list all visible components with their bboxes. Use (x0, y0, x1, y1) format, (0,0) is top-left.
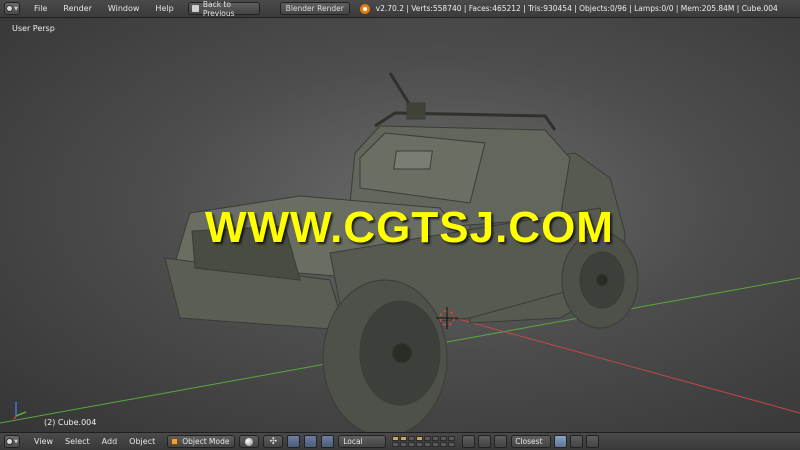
layer-button[interactable] (448, 435, 456, 441)
layer-button[interactable] (416, 441, 424, 447)
editor-type-button-3d[interactable]: ▼ (4, 435, 20, 448)
layer-button[interactable] (408, 441, 416, 447)
manipulator-toggle-icon[interactable] (287, 435, 301, 448)
menu-file[interactable]: File (26, 4, 55, 13)
lock-layers-icon[interactable] (462, 435, 476, 448)
snap-toggle-icon[interactable] (478, 435, 492, 448)
menu-view[interactable]: View (28, 437, 59, 446)
pivot-point-select[interactable]: ✣ (263, 435, 284, 448)
translate-manipulator-icon[interactable] (304, 435, 318, 448)
layer-button[interactable] (408, 435, 416, 441)
info-header: ▼ File Render Window Help Back to Previo… (0, 0, 800, 18)
layer-button[interactable] (440, 435, 448, 441)
layer-button[interactable] (424, 441, 432, 447)
layer-button[interactable] (400, 435, 408, 441)
layer-button[interactable] (432, 435, 440, 441)
mode-label: Object Mode (182, 437, 230, 446)
layer-button[interactable] (440, 441, 448, 447)
view-label: User Persp (12, 24, 55, 33)
layer-button[interactable] (400, 441, 408, 447)
active-object-label: (2) Cube.004 (44, 418, 97, 427)
opengl-animation-icon[interactable] (586, 435, 600, 448)
3d-view-header: ▼ View Select Add Object Object Mode ✣ L… (0, 432, 800, 450)
blender-logo-icon (359, 3, 370, 14)
transform-orientation-label: Local (343, 437, 363, 446)
chevron-down-icon: ▼ (14, 438, 18, 445)
mode-select[interactable]: Object Mode (167, 435, 236, 448)
menu-object[interactable]: Object (123, 437, 161, 446)
scene-stats: v2.70.2 | Verts:558740 | Faces:465212 | … (375, 4, 778, 13)
snap-target-label: Closest (515, 437, 543, 446)
back-to-previous-button[interactable]: Back to Previous (187, 0, 260, 18)
screen-icon (191, 5, 199, 12)
layer-button[interactable] (392, 441, 400, 447)
cube-icon (171, 438, 179, 445)
menu-render[interactable]: Render (55, 4, 99, 13)
layer-button[interactable] (392, 435, 400, 441)
render-engine-select[interactable]: Blender Render (279, 2, 350, 15)
snap-element-icon[interactable] (494, 435, 508, 448)
menu-select[interactable]: Select (59, 437, 96, 446)
viewport-shading-select[interactable] (239, 435, 260, 448)
render-engine-label: Blender Render (285, 4, 344, 13)
menu-add[interactable]: Add (96, 437, 124, 446)
axis-gizmo (13, 402, 27, 420)
3d-view-icon (6, 438, 14, 445)
shading-solid-icon (245, 437, 254, 446)
rotate-manipulator-icon[interactable] (321, 435, 335, 448)
pivot-icon: ✣ (269, 436, 277, 447)
layer-grid[interactable] (392, 435, 456, 448)
chevron-down-icon: ▼ (14, 5, 18, 12)
transform-orientation-select[interactable]: Local (338, 435, 387, 448)
snap-target-select[interactable]: Closest (511, 435, 552, 448)
menu-window[interactable]: Window (100, 4, 148, 13)
layer-button[interactable] (424, 435, 432, 441)
layer-button[interactable] (416, 435, 424, 441)
layer-button[interactable] (432, 441, 440, 447)
info-icon (6, 5, 14, 12)
opengl-render-icon[interactable] (570, 435, 584, 448)
back-to-previous-label: Back to Previous (202, 0, 235, 18)
3d-viewport[interactable]: User Persp WWW.CGTSJ.COM (2) Cube.004 (0, 18, 800, 432)
editor-type-button[interactable]: ▼ (4, 2, 20, 15)
render-preview-icon[interactable] (554, 435, 568, 448)
menu-help[interactable]: Help (147, 4, 181, 13)
layer-button[interactable] (448, 441, 456, 447)
watermark-text: WWW.CGTSJ.COM (205, 203, 614, 252)
